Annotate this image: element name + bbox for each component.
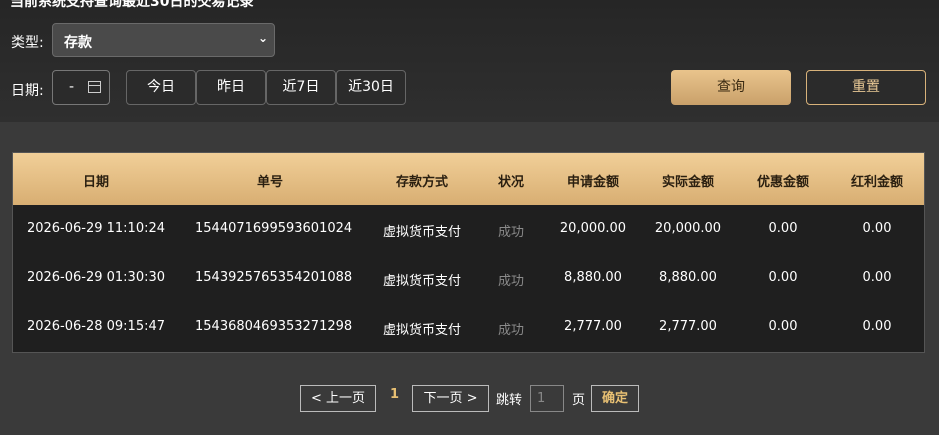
type-select-value: 存款 [64,35,92,51]
cell-deposit-method: 虚拟货币支付 [382,225,461,240]
query-notice: 当前系统支持查询最近30日的交易记录 [10,0,254,10]
reset-button[interactable]: 重置 [806,70,926,105]
page-suffix-label: 页 [572,393,586,408]
last-30-days-button[interactable]: 近30日 [336,70,406,105]
next-page-button[interactable]: 下一页 > [412,385,489,412]
filter-panel: 当前系统支持查询最近30日的交易记录 类型: 存款 ⌄ 日期: - 今日 昨日 … [0,0,939,122]
header-date: 日期 [82,175,109,190]
cell-date: 2026-06-29 11:10:24 [26,221,166,236]
header-requested-amount: 申请金额 [566,175,619,190]
table-row: 2026-06-29 11:10:24 1544071699593601024 … [13,205,924,254]
cell-bonus-amount: 0.00 [862,319,892,334]
header-order-number: 单号 [256,175,283,190]
header-status: 状况 [497,175,524,190]
chevron-down-icon: ⌄ [257,31,268,45]
calendar-icon[interactable] [88,81,101,93]
jump-label: 跳转 [496,393,523,408]
records-table: 日期 单号 存款方式 状况 申请金额 实际金额 优惠金额 红利金额 2026-0… [12,152,925,353]
cell-requested-amount: 20,000.00 [559,221,627,236]
cell-discount-amount: 0.00 [768,221,798,236]
cell-requested-amount: 2,777.00 [564,319,622,334]
table-row: 2026-06-28 09:15:47 1543680469353271298 … [13,303,924,352]
cell-actual-amount: 2,777.00 [659,319,717,334]
cell-bonus-amount: 0.00 [862,270,892,285]
header-discount-amount: 优惠金额 [756,175,809,190]
query-button[interactable]: 查询 [671,70,791,105]
cell-deposit-method: 虚拟货币支付 [382,274,461,289]
yesterday-button[interactable]: 昨日 [196,70,266,105]
page-jump-input[interactable] [530,385,564,412]
cell-requested-amount: 8,880.00 [564,270,622,285]
cell-actual-amount: 8,880.00 [659,270,717,285]
cell-order-number: 1544071699593601024 [195,221,353,236]
cell-order-number: 1543925765354201088 [195,270,353,285]
header-bonus-amount: 红利金额 [850,175,903,190]
cell-status: 成功 [497,323,524,338]
date-picker[interactable]: - [52,70,110,105]
cell-date: 2026-06-28 09:15:47 [26,319,166,334]
cell-bonus-amount: 0.00 [862,221,892,236]
type-select[interactable]: 存款 ⌄ [52,23,275,57]
table-row: 2026-06-29 01:30:30 1543925765354201088 … [13,254,924,303]
header-actual-amount: 实际金额 [661,175,714,190]
type-label: 类型: [11,35,44,51]
date-value: - [69,79,75,95]
cell-status: 成功 [497,225,524,240]
header-deposit-method: 存款方式 [395,175,448,190]
prev-page-button[interactable]: < 上一页 [300,385,376,412]
confirm-jump-button[interactable]: 确定 [591,385,639,412]
current-page-number[interactable]: 1 [390,387,399,402]
cell-order-number: 1543680469353271298 [195,319,353,334]
cell-status: 成功 [497,274,524,289]
cell-date: 2026-06-29 01:30:30 [26,270,166,285]
cell-actual-amount: 20,000.00 [654,221,722,236]
today-button[interactable]: 今日 [126,70,196,105]
cell-deposit-method: 虚拟货币支付 [382,323,461,338]
table-header: 日期 单号 存款方式 状况 申请金额 实际金额 优惠金额 红利金额 [13,153,924,205]
cell-discount-amount: 0.00 [768,270,798,285]
date-label: 日期: [11,83,44,99]
cell-discount-amount: 0.00 [768,319,798,334]
last-7-days-button[interactable]: 近7日 [266,70,336,105]
